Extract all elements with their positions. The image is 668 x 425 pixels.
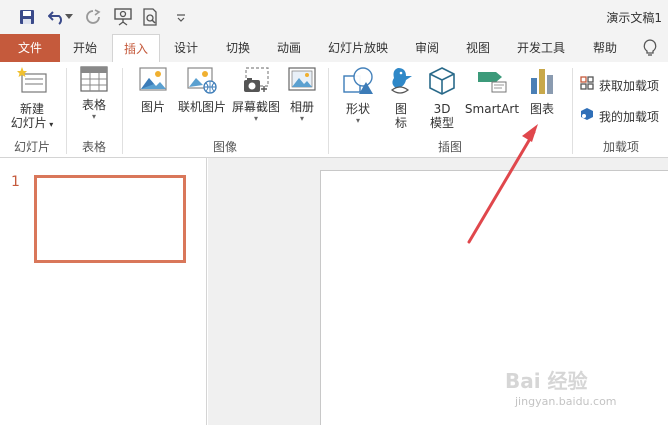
group-illustrations-label: 插图 (437, 140, 462, 154)
icons-label-2: 标 (394, 116, 407, 130)
group-addins: 获取加载项 我的加载项 加载项 (574, 62, 668, 158)
store-grid-icon (580, 75, 594, 97)
lightbulb-icon[interactable] (638, 34, 662, 62)
group-divider (328, 68, 329, 154)
tab-home[interactable]: 开始 (60, 34, 110, 62)
get-addins-label: 获取加载项 (599, 79, 660, 93)
group-images-label: 图像 (212, 140, 237, 154)
table-icon (74, 66, 114, 95)
powerpoint-window: 演示文稿1 文件 开始 插入 设计 切换 动画 幻灯片放映 审阅 视图 开发工具… (0, 0, 668, 425)
group-divider (66, 68, 67, 154)
smartart-icon (462, 66, 522, 99)
group-slides: 新建 幻灯片 ▾ 幻灯片 (0, 62, 64, 158)
shapes-button[interactable]: 形状 ▾ (338, 66, 378, 126)
group-slides-label: 幻灯片 (13, 140, 50, 154)
tab-transitions[interactable]: 切换 (212, 34, 264, 62)
3d-cube-icon (422, 66, 462, 99)
shapes-icon (338, 66, 378, 99)
album-dropdown-icon: ▾ (299, 114, 304, 123)
ribbon-tabs: 文件 开始 插入 设计 切换 动画 幻灯片放映 审阅 视图 开发工具 帮助 (0, 34, 668, 63)
3d-model-label-1: 3D (433, 102, 451, 116)
undo-dropdown-icon[interactable] (64, 6, 74, 28)
online-picture-icon (174, 66, 230, 97)
get-addins-button[interactable]: 获取加载项 (580, 75, 659, 97)
table-button[interactable]: 表格 ▾ (74, 66, 114, 122)
smartart-label: SmartArt (464, 102, 520, 116)
3d-model-label-2: 模型 (429, 116, 454, 130)
tab-review[interactable]: 审阅 (406, 34, 448, 62)
my-addins-icon (580, 106, 594, 128)
picture-label: 图片 (140, 100, 165, 114)
group-divider (122, 68, 123, 154)
customize-toolbar-icon[interactable] (170, 6, 192, 28)
photo-album-icon (282, 66, 322, 97)
new-slide-icon (4, 66, 60, 99)
smartart-button[interactable]: SmartArt (462, 66, 522, 116)
tab-help[interactable]: 帮助 (584, 34, 626, 62)
present-from-start-icon[interactable] (112, 6, 134, 28)
new-slide-label-1: 新建 (19, 102, 44, 116)
tab-design[interactable]: 设计 (162, 34, 210, 62)
group-images: 图片 联机图片 屏幕截图 ▾ 相册 ▾ 图像 (124, 62, 326, 158)
watermark-url: jingyan.baidu.com (515, 395, 617, 408)
online-picture-label: 联机图片 (177, 100, 226, 114)
screenshot-button[interactable]: 屏幕截图 ▾ (228, 66, 284, 124)
group-divider (572, 68, 573, 154)
icons-button[interactable]: 图 标 (382, 66, 420, 130)
album-label: 相册 (289, 100, 314, 114)
document-title: 演示文稿1 (606, 11, 662, 25)
save-icon[interactable] (16, 6, 38, 28)
picture-button[interactable]: 图片 (134, 66, 172, 114)
slide-number: 1 (11, 174, 20, 190)
watermark: Bai 经验 jingyan.baidu.com (505, 365, 645, 415)
my-addins-label: 我的加载项 (599, 110, 660, 124)
tab-developer[interactable]: 开发工具 (508, 34, 574, 62)
slide-thumbnail[interactable] (34, 175, 186, 263)
new-slide-button[interactable]: 新建 幻灯片 ▾ (4, 66, 60, 132)
tab-animations[interactable]: 动画 (266, 34, 312, 62)
icons-insert-icon (382, 66, 420, 99)
table-label: 表格 (81, 98, 106, 112)
screenshot-dropdown-icon: ▾ (253, 114, 258, 123)
group-tables-label: 表格 (81, 140, 106, 154)
new-slide-label-2: 幻灯片 (10, 116, 47, 130)
icons-label-1: 图 (394, 102, 407, 116)
slide-thumbnails-pane: 1 (0, 158, 207, 425)
ribbon-insert: 新建 幻灯片 ▾ 幻灯片 表格 ▾ 表格 图片 联机图片 屏幕截图 ▾ 相册 ▾… (0, 62, 668, 158)
my-addins-button[interactable]: 我的加载项 (580, 106, 659, 128)
group-tables: 表格 ▾ 表格 (68, 62, 120, 158)
album-button[interactable]: 相册 ▾ (282, 66, 322, 124)
picture-icon (134, 66, 172, 97)
title-bar: 演示文稿1 (0, 0, 668, 34)
tab-slideshow[interactable]: 幻灯片放映 (318, 34, 398, 62)
screenshot-label: 屏幕截图 (231, 100, 280, 114)
redo-icon[interactable] (82, 6, 104, 28)
group-illustrations: 形状 ▾ 图 标 3D 模型 SmartArt 图表 插图 (330, 62, 570, 158)
table-dropdown-icon: ▾ (91, 112, 96, 121)
chart-label: 图表 (529, 102, 554, 116)
print-preview-icon[interactable] (140, 6, 162, 28)
tab-file[interactable]: 文件 (0, 34, 60, 62)
watermark-text: Bai 经验 (505, 369, 588, 393)
tab-view[interactable]: 视图 (456, 34, 500, 62)
shapes-label: 形状 (345, 102, 370, 116)
screenshot-icon (228, 66, 284, 97)
3d-model-button[interactable]: 3D 模型 (422, 66, 462, 130)
online-picture-button[interactable]: 联机图片 (174, 66, 230, 114)
tab-insert[interactable]: 插入 (112, 34, 160, 63)
chart-button[interactable]: 图表 (522, 66, 562, 116)
chart-icon (522, 66, 562, 99)
shapes-dropdown-icon: ▾ (355, 116, 360, 125)
group-addins-label: 加载项 (602, 140, 639, 154)
